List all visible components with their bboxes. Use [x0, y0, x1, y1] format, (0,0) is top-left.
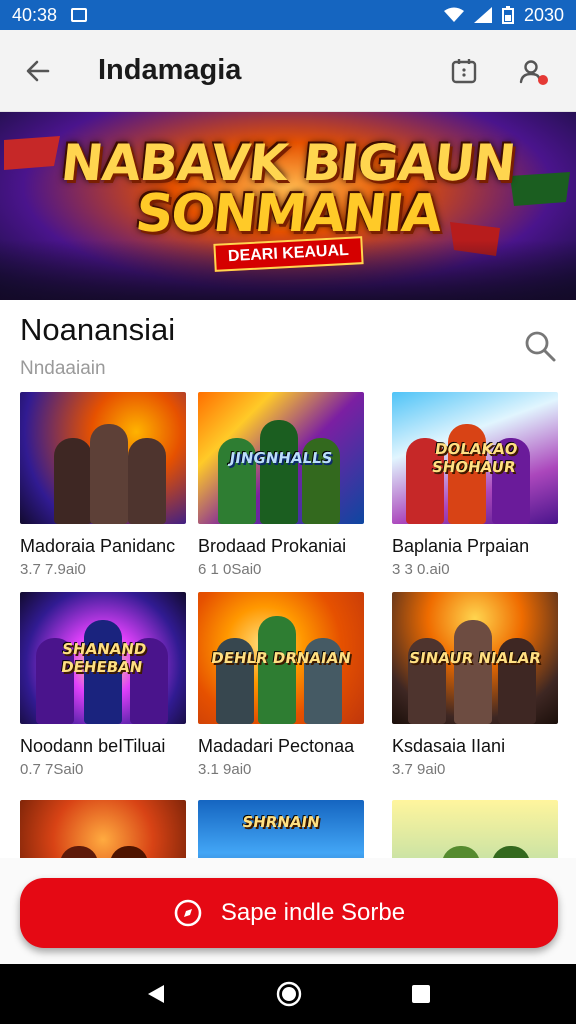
game-title: Baplania Prpaian	[392, 536, 530, 556]
game-meta: 3.1 9ai0	[198, 761, 252, 778]
notification-icon	[71, 8, 88, 22]
app-title: Indamagia	[98, 54, 242, 86]
game-title: Noodann beITiluai	[20, 736, 166, 756]
game-card[interactable]: Madoraia Panidanc 3.7 7.9ai0	[20, 392, 186, 578]
game-thumbnail-title: SINAUR NIALAR	[407, 649, 543, 667]
game-thumbnail: DEHLR DRNAIAN	[198, 592, 364, 724]
square-recents-icon[interactable]	[410, 983, 432, 1005]
arrow-left-icon	[26, 60, 50, 81]
profile-button[interactable]	[514, 53, 550, 89]
game-thumbnail: DOLAKAO SHOHAUR	[392, 392, 558, 524]
signal-icon	[473, 7, 492, 23]
game-thumbnail	[20, 392, 186, 524]
game-card[interactable]: SHANAND DEHEBAN Noodann beITiluai 0.7 7S…	[20, 592, 186, 778]
game-thumbnail: SINAUR NIALAR	[392, 592, 558, 724]
back-button[interactable]	[0, 30, 76, 112]
section-header: Noanansiai Nndaaiain	[20, 312, 560, 382]
game-thumbnail-title: SHRNAIN	[241, 813, 321, 831]
game-thumbnail	[20, 800, 186, 862]
triangle-back-icon[interactable]	[144, 982, 168, 1006]
game-meta: 3 3 0.ai0	[392, 561, 450, 578]
game-thumbnail	[392, 800, 558, 862]
game-grid: Madoraia Panidanc 3.7 7.9ai0 JINGNHALLS …	[20, 392, 576, 862]
primary-action-label: Sape indle Sorbe	[220, 899, 406, 926]
game-card[interactable]: JINGNHALLS Brodaad Prokaniai 6 1 0Sai0	[198, 392, 364, 578]
game-meta: 6 1 0Sai0	[198, 561, 262, 578]
banner-title-line2: SONMANIA	[132, 184, 444, 244]
app-bar: Indamagia	[0, 30, 576, 112]
game-thumbnail: SHANAND DEHEBAN	[20, 592, 186, 724]
hero-banner[interactable]: NABAVK BIGAUN SONMANIA DEARI KEAUAL	[0, 112, 576, 300]
game-card[interactable]	[20, 800, 186, 862]
section-title: Noanansiai	[20, 312, 176, 347]
status-right-text: 2030	[523, 4, 564, 25]
system-nav-bar	[0, 964, 576, 1024]
game-thumbnail-title: DOLAKAO SHOHAUR	[430, 440, 519, 476]
search-icon	[525, 331, 556, 362]
game-thumbnail-title: SHANAND DEHEBAN	[59, 640, 148, 676]
circle-home-icon[interactable]	[276, 981, 302, 1007]
notification-dot	[538, 74, 548, 85]
game-card[interactable]	[392, 800, 558, 862]
game-meta: 3.7 9ai0	[392, 761, 446, 778]
primary-action-button[interactable]: Sape indle Sorbe	[20, 878, 558, 948]
game-thumbnail: SHRNAIN	[198, 800, 364, 862]
game-meta: 0.7 7Sai0	[20, 761, 84, 778]
compass-icon	[174, 899, 202, 927]
search-button[interactable]	[520, 326, 560, 366]
game-card[interactable]: SINAUR NIALAR Ksdasaia IIani 3.7 9ai0	[392, 592, 558, 778]
game-card[interactable]: DOLAKAO SHOHAUR Baplania Prpaian 3 3 0.a…	[392, 392, 558, 578]
wifi-icon	[443, 7, 464, 22]
status-time: 40:38	[12, 4, 58, 25]
game-card[interactable]: DEHLR DRNAIAN Madadari Pectonaa 3.1 9ai0	[198, 592, 364, 778]
game-card[interactable]: SHRNAIN	[198, 800, 364, 862]
status-bar: 40:38 2030	[0, 0, 576, 30]
cta-container: Sape indle Sorbe	[0, 858, 576, 964]
game-thumbnail: JINGNHALLS	[198, 392, 364, 524]
game-thumbnail-title: DEHLR DRNAIAN	[209, 649, 353, 667]
game-title: Madoraia Panidanc	[20, 536, 176, 556]
game-title: Ksdasaia IIani	[392, 736, 506, 756]
battery-icon	[501, 6, 514, 24]
game-title: Brodaad Prokaniai	[198, 536, 347, 556]
game-title: Madadari Pectonaa	[198, 736, 355, 756]
calendar-button[interactable]	[446, 53, 482, 89]
section-subtitle: Nndaaiain	[20, 358, 106, 379]
game-thumbnail-title: JINGNHALLS	[228, 449, 334, 467]
calendar-icon	[451, 58, 477, 83]
game-meta: 3.7 7.9ai0	[20, 561, 86, 578]
